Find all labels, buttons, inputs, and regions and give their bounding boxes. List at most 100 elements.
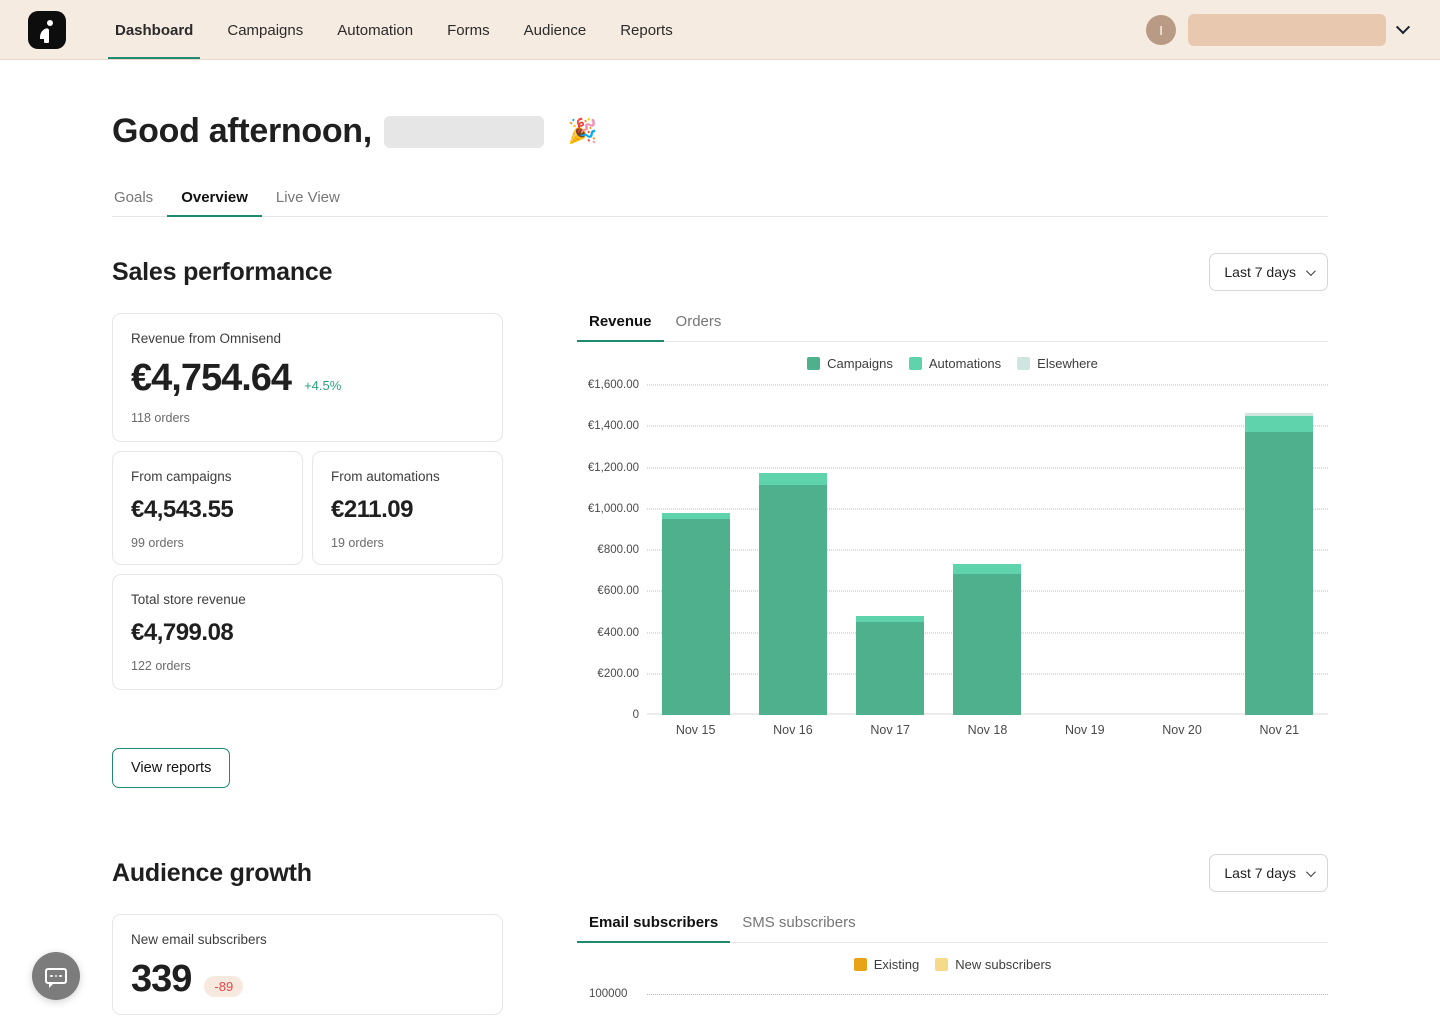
chat-bubble-icon[interactable] (32, 952, 80, 1000)
x-tick-label: Nov 15 (675, 723, 716, 737)
sales-subcards: From campaigns €4,543.55 99 orders From … (112, 451, 503, 565)
audience-gridline (647, 994, 1328, 995)
tab-label: Live View (275, 189, 340, 206)
omnisend-logo-icon[interactable] (28, 11, 66, 49)
avatar[interactable]: I (1146, 15, 1176, 45)
revenue-bars (647, 385, 1328, 715)
card-label: Total store revenue (131, 592, 246, 607)
greeting-row: Good afternoon, 🎉 (112, 60, 1328, 151)
nav-label: Dashboard (115, 21, 194, 39)
chart-tab-label: Email subscribers (589, 914, 719, 931)
chart-tab-sms-subscribers[interactable]: SMS subscribers (730, 914, 867, 942)
nav-label: Automation (337, 21, 414, 39)
legend-label: Elsewhere (1037, 356, 1098, 371)
stacked-bar[interactable] (953, 564, 1022, 715)
audience-chart-legend: Existing New subscribers (577, 957, 1328, 972)
card-delta: +4.5% (304, 378, 342, 393)
tab-goals[interactable]: Goals (112, 189, 167, 216)
chart-tab-revenue[interactable]: Revenue (577, 313, 664, 342)
bar-segment-campaigns (856, 622, 925, 715)
revenue-bar-chart: 0 €200.00 €400.00 €600.00 €800.00 €1,000.00 €1… (577, 379, 1328, 745)
chart-tab-label: SMS subscribers (742, 914, 856, 931)
audience-date-range-selector[interactable]: Last 7 days (1209, 854, 1328, 892)
card-from-automations: From automations €211.09 19 orders (312, 451, 503, 565)
tab-overview[interactable]: Overview (167, 189, 262, 217)
nav-item-dashboard[interactable]: Dashboard (98, 0, 210, 60)
tab-label: Goals (114, 189, 154, 206)
legend-item-new-subscribers[interactable]: New subscribers (935, 957, 1051, 972)
tab-label: Overview (181, 189, 248, 206)
legend-swatch (853, 958, 867, 971)
bar-slot[interactable] (1036, 385, 1133, 715)
legend-swatch (807, 357, 821, 370)
legend-item-automations[interactable]: Automations (908, 356, 1002, 371)
bar-slot[interactable] (939, 385, 1036, 715)
nav-item-campaigns[interactable]: Campaigns (210, 0, 320, 60)
chevron-down-icon[interactable] (1395, 20, 1411, 35)
legend-item-elsewhere[interactable]: Elsewhere (1017, 356, 1098, 371)
nav-label: Reports (620, 21, 673, 39)
user-name-redacted (383, 115, 544, 148)
y-tick-label: €1,400.00 (587, 420, 639, 433)
nav-item-reports[interactable]: Reports (603, 0, 690, 60)
audience-growth-header: Audience growth Last 7 days (112, 854, 1328, 892)
bar-slot[interactable] (1133, 385, 1230, 715)
chat-bubble-shape (45, 968, 67, 988)
bar-segment-campaigns (1245, 432, 1314, 715)
card-value: €211.09 (331, 496, 413, 523)
bar-segment-campaigns (953, 573, 1022, 715)
account-menu[interactable]: I (1146, 14, 1416, 46)
page-content: Good afternoon, 🎉 Goals Overview Live Vi… (0, 60, 1440, 1024)
sales-date-range-selector[interactable]: Last 7 days (1209, 253, 1328, 291)
stacked-bar[interactable] (1245, 413, 1314, 715)
y-tick-label: €800.00 (597, 544, 639, 556)
card-value: €4,754.64 (131, 357, 292, 399)
top-navigation-bar: Dashboard Campaigns Automation Forms Aud… (0, 0, 1440, 60)
bar-segment-automations (758, 472, 827, 486)
card-orders: 19 orders (331, 536, 384, 550)
y-tick-label: €200.00 (597, 667, 639, 680)
stacked-bar[interactable] (661, 513, 730, 715)
bar-slot[interactable] (1231, 385, 1328, 715)
card-label: Revenue from Omnisend (131, 331, 282, 346)
chart-tab-email-subscribers[interactable]: Email subscribers (577, 914, 731, 943)
chart-tab-orders[interactable]: Orders (664, 313, 734, 341)
legend-label: Campaigns (827, 356, 893, 371)
legend-label: Automations (928, 356, 1002, 371)
stacked-bar[interactable] (856, 616, 925, 715)
nav-item-forms[interactable]: Forms (430, 0, 507, 60)
bar-slot[interactable] (842, 385, 939, 715)
x-tick-label: Nov 19 (1064, 723, 1105, 737)
x-tick-label: Nov 18 (967, 723, 1008, 737)
x-tick-label: Nov 20 (1162, 723, 1202, 737)
y-tick-label: €400.00 (597, 626, 639, 639)
bar-slot[interactable] (647, 385, 744, 715)
nav-label: Forms (447, 21, 490, 39)
x-tick-label: Nov 21 (1259, 723, 1300, 737)
audience-chart-tabs: Email subscribers SMS subscribers (577, 914, 1328, 943)
primary-nav-links: Dashboard Campaigns Automation Forms Aud… (98, 0, 690, 60)
stacked-bar[interactable] (758, 472, 827, 715)
chart-tab-label: Revenue (589, 313, 652, 330)
card-value: €4,543.55 (131, 496, 234, 523)
tab-live-view[interactable]: Live View (262, 189, 354, 216)
bar-segment-automations (953, 564, 1022, 574)
legend-swatch (908, 357, 922, 370)
legend-item-campaigns[interactable]: Campaigns (807, 356, 893, 371)
dashboard-tabs: Goals Overview Live View (112, 189, 1328, 217)
sales-performance-header: Sales performance Last 7 days (112, 253, 1328, 291)
revenue-chart-panel: Revenue Orders Campaigns Automations Elsew… (577, 313, 1328, 745)
nav-item-automation[interactable]: Automation (320, 0, 430, 60)
view-reports-button[interactable]: View reports (112, 748, 231, 788)
chevron-down-icon (1305, 265, 1316, 276)
card-new-email-subscribers: New email subscribers 339 -89 (112, 914, 503, 1015)
nav-item-audience[interactable]: Audience (507, 0, 604, 60)
legend-item-existing[interactable]: Existing (853, 957, 919, 972)
card-orders: 99 orders (131, 536, 184, 550)
nav-label: Audience (523, 21, 587, 39)
sales-range-label: Last 7 days (1224, 264, 1296, 280)
y-tick-label: €600.00 (597, 585, 639, 598)
bar-segment-campaigns (661, 519, 730, 715)
bar-slot[interactable] (744, 385, 841, 715)
card-label: From campaigns (131, 469, 232, 484)
